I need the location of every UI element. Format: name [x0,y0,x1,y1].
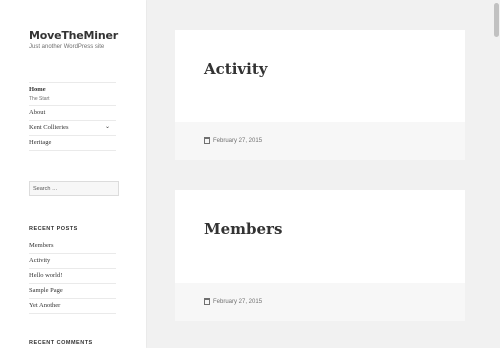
scrollbar-thumb[interactable] [494,3,499,37]
recent-posts-list: Members Activity Hello world! Sample Pag… [29,239,116,314]
sidebar: MoveTheMiner Just another WordPress site… [0,0,146,348]
main-navigation: Home The Start About Kent Collieries ⌄ H… [29,82,116,151]
scrollbar[interactable] [492,0,500,348]
post-footer: February 27, 2015 [175,283,465,321]
recent-post-link[interactable]: Members [29,239,116,253]
nav-item-description: The Start [29,96,50,102]
nav-item-label[interactable]: Home [29,83,116,95]
post-meta: February 27, 2015 [204,137,262,144]
site-title[interactable]: MoveTheMiner [29,29,118,42]
site-description: Just another WordPress site [29,44,105,50]
nav-item-about[interactable]: About [29,105,116,120]
calendar-icon [204,298,210,305]
chevron-down-icon[interactable]: ⌄ [103,123,112,132]
recent-post-link[interactable]: Sample Page [29,284,116,298]
list-item[interactable]: Sample Page [29,284,116,299]
nav-item-label[interactable]: About [29,106,116,120]
post-card: Members February 27, 2015 [175,190,465,321]
recent-post-link[interactable]: Hello world! [29,269,116,283]
post-meta: February 27, 2015 [204,298,262,305]
recent-post-link[interactable]: Activity [29,254,116,268]
recent-post-link[interactable]: Yet Another [29,299,116,313]
calendar-icon [204,137,210,144]
post-card: Activity February 27, 2015 [175,30,465,160]
list-item[interactable]: Members [29,239,116,254]
recent-comments-heading: RECENT COMMENTS [29,340,93,346]
post-title[interactable]: Members [204,220,282,238]
search-input[interactable] [29,181,119,196]
list-item[interactable]: Hello world! [29,269,116,284]
post-title[interactable]: Activity [204,60,267,78]
post-date[interactable]: February 27, 2015 [213,299,262,305]
post-date[interactable]: February 27, 2015 [213,138,262,144]
nav-item-label[interactable]: Heritage [29,136,116,150]
nav-item-heritage[interactable]: Heritage [29,135,116,151]
list-item[interactable]: Activity [29,254,116,269]
post-footer: February 27, 2015 [175,122,465,160]
recent-posts-heading: RECENT POSTS [29,226,78,232]
list-item[interactable]: Yet Another [29,299,116,314]
nav-item-home[interactable]: Home The Start [29,82,116,105]
nav-item-kent-collieries[interactable]: Kent Collieries ⌄ [29,120,116,135]
